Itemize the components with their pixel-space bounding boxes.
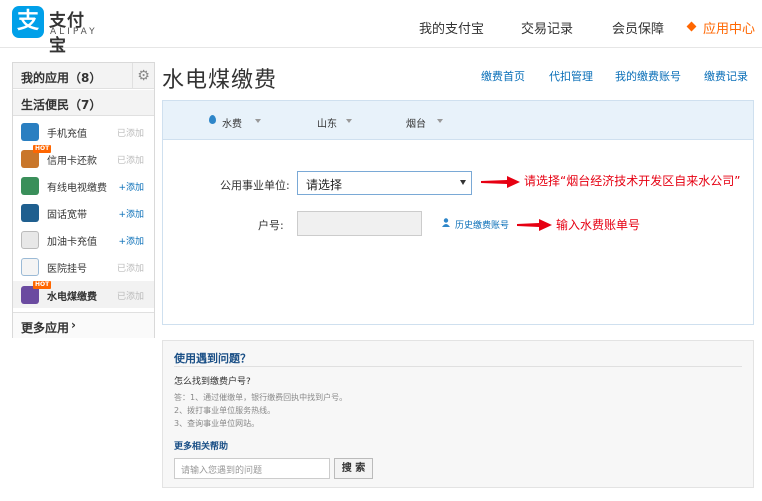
nav-transactions[interactable]: 交易记录 xyxy=(521,18,573,37)
form-panel xyxy=(162,140,754,325)
landline-icon xyxy=(21,204,39,222)
hospital-icon xyxy=(21,258,39,276)
history-accounts-link[interactable]: 历史缴费账号 xyxy=(455,218,509,231)
filter-bar: 水费 山东 烟台 xyxy=(162,100,754,140)
sidebar-item-credit-card[interactable]: HOT 信用卡还款 已添加 xyxy=(13,145,154,172)
chevron-down-icon[interactable] xyxy=(346,119,352,123)
sidebar-item-status: 已添加 xyxy=(116,156,144,166)
nav-app-center[interactable]: 应用中心 xyxy=(703,18,755,37)
fuel-icon xyxy=(21,231,39,249)
divider xyxy=(174,366,742,367)
sidebar-item-tv[interactable]: 有线电视缴费 +添加 xyxy=(13,172,154,199)
more-help-title: 更多相关帮助 xyxy=(174,442,229,452)
help-box: 使用遇到问题？ 怎么找到缴费户号? 答：1、通过催缴单，银行缴费回执中找到户号。… xyxy=(162,340,754,488)
help-answer: 答：1、通过催缴单，银行缴费回执中找到户号。 xyxy=(174,393,348,402)
more-apps-link[interactable]: 更多应用 › xyxy=(13,312,154,338)
water-drop-icon xyxy=(209,115,216,124)
link-payment-home[interactable]: 缴费首页 xyxy=(481,68,525,84)
sidebar-item-label: 水电煤缴费 xyxy=(47,292,97,303)
link-auto-debit[interactable]: 代扣管理 xyxy=(549,68,593,84)
unit-annotation: 请选择“烟台经济技术开发区自来水公司” xyxy=(524,174,741,188)
top-header: 支 支付宝 ALIPAY 我的支付宝 交易记录 会员保障 应用中心 xyxy=(0,0,762,56)
filter-province[interactable]: 山东 xyxy=(317,115,337,130)
sidebar-item-landline[interactable]: 固话宽带 +添加 xyxy=(13,199,154,226)
sidebar-item-label: 固话宽带 xyxy=(47,210,87,221)
sidebar-item-status: 已添加 xyxy=(116,264,144,274)
active-nav-dot-icon xyxy=(686,21,697,32)
add-fuel-button[interactable]: +添加 xyxy=(118,234,144,247)
filter-city[interactable]: 烟台 xyxy=(406,115,426,130)
unit-select[interactable]: 请选择 xyxy=(297,171,472,195)
unit-select-value: 请选择 xyxy=(306,178,343,192)
alipay-logo-icon: 支 xyxy=(12,6,44,38)
sidebar: 我的应用（8） ⚙ 生活便民（7） 手机充值 已添加 HOT 信用卡还款 已添加… xyxy=(12,62,155,338)
sidebar-item-status: 已添加 xyxy=(116,292,144,302)
link-my-accounts[interactable]: 我的缴费账号 xyxy=(615,68,681,84)
account-annotation: 输入水费账单号 xyxy=(556,218,641,232)
chevron-right-icon: › xyxy=(71,318,76,332)
user-icon xyxy=(442,218,450,227)
unit-label: 公用事业单位: xyxy=(220,179,290,192)
more-apps-label: 更多应用 xyxy=(21,321,70,335)
sidebar-my-apps-header: 我的应用（8） ⚙ xyxy=(13,63,154,89)
sidebar-item-hospital[interactable]: 医院挂号 已添加 xyxy=(13,253,154,280)
page-title: 水电煤缴费 xyxy=(162,68,278,93)
phone-icon xyxy=(21,123,39,141)
sidebar-item-label: 有线电视缴费 xyxy=(47,183,107,194)
sidebar-item-status: 已添加 xyxy=(116,129,144,139)
tv-icon xyxy=(21,177,39,195)
sidebar-item-utility[interactable]: HOT 水电煤缴费 已添加 xyxy=(13,281,154,308)
filter-type[interactable]: 水费 xyxy=(222,115,242,130)
arrow-right-icon xyxy=(481,176,520,188)
arrow-right-icon xyxy=(517,219,552,231)
group-title[interactable]: 生活便民（7） xyxy=(21,96,101,113)
sidebar-item-phone[interactable]: 手机充值 已添加 xyxy=(13,118,154,145)
gear-icon[interactable]: ⚙ xyxy=(132,63,154,89)
help-answer: 3、查询事业单位网站。 xyxy=(174,419,260,428)
sidebar-item-fuel[interactable]: 加油卡充值 +添加 xyxy=(13,226,154,253)
alipay-logo[interactable]: 支 支付宝 ALIPAY xyxy=(12,6,102,56)
account-label: 户号: xyxy=(258,219,284,232)
help-search-button[interactable]: 搜 索 xyxy=(334,458,373,479)
account-input[interactable] xyxy=(297,211,422,236)
help-title: 使用遇到问题？ xyxy=(174,352,251,365)
sidebar-group-header: 生活便民（7） xyxy=(13,90,154,116)
sidebar-item-label: 信用卡还款 xyxy=(47,156,97,167)
chevron-down-icon[interactable] xyxy=(437,119,443,123)
nav-my-alipay[interactable]: 我的支付宝 xyxy=(419,18,484,37)
help-question: 怎么找到缴费户号? xyxy=(174,377,251,387)
sidebar-item-label: 手机充值 xyxy=(47,129,87,140)
help-search-input[interactable]: 请输入您遇到的问题 xyxy=(174,458,330,479)
sidebar-item-label: 医院挂号 xyxy=(47,264,87,275)
app-root: 支 支付宝 ALIPAY 我的支付宝 交易记录 会员保障 应用中心 我的应用（8… xyxy=(0,0,762,501)
help-answer: 2、拨打事业单位服务热线。 xyxy=(174,406,276,415)
logo-text-en: ALIPAY xyxy=(50,27,98,37)
add-tv-button[interactable]: +添加 xyxy=(118,180,144,193)
chevron-down-icon xyxy=(460,180,466,185)
my-apps-title[interactable]: 我的应用（8） xyxy=(21,69,101,86)
nav-member-protection[interactable]: 会员保障 xyxy=(612,18,664,37)
sidebar-item-label: 加油卡充值 xyxy=(47,237,97,248)
chevron-down-icon[interactable] xyxy=(255,119,261,123)
add-landline-button[interactable]: +添加 xyxy=(118,207,144,220)
link-payment-records[interactable]: 缴费记录 xyxy=(704,68,748,84)
